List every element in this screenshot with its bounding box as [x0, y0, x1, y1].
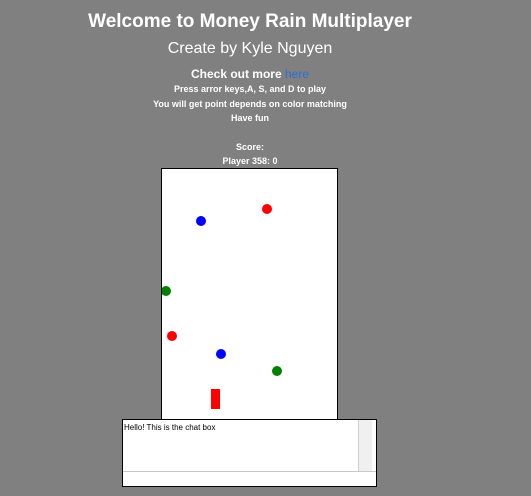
- page: Welcome to Money Rain Multiplayer Create…: [0, 0, 531, 496]
- chat-input-bar[interactable]: [123, 471, 376, 486]
- falling-coin-blue: [196, 216, 206, 226]
- chat-box[interactable]: Hello! This is the chat box: [122, 419, 377, 487]
- chat-vertical-scrollbar[interactable]: [358, 420, 372, 471]
- checkout-line: Check out more here: [0, 66, 500, 82]
- falling-coin-green: [162, 286, 171, 296]
- score-label: Score:: [235, 142, 264, 152]
- instruction-points: You will get point depends on color matc…: [153, 99, 347, 109]
- falling-coin-green: [272, 366, 282, 376]
- author-subtitle: Create by Kyle Nguyen: [167, 40, 333, 57]
- chat-message: Hello! This is the chat box: [124, 423, 216, 432]
- falling-coin-red: [262, 204, 272, 214]
- page-title: Welcome to Money Rain Multiplayer: [88, 11, 412, 32]
- checkout-link[interactable]: here: [285, 67, 309, 81]
- falling-coin-red: [167, 331, 177, 341]
- player-paddle: [211, 389, 220, 409]
- instruction-fun: Have fun: [230, 113, 269, 123]
- player-score: Player 358: 0: [222, 156, 278, 166]
- falling-coin-blue: [216, 349, 226, 359]
- checkout-text: Check out more: [190, 67, 282, 81]
- instruction-controls: Press arror keys,A, S, and D to play: [173, 84, 327, 94]
- game-canvas[interactable]: [161, 168, 338, 420]
- game-field: [162, 204, 282, 409]
